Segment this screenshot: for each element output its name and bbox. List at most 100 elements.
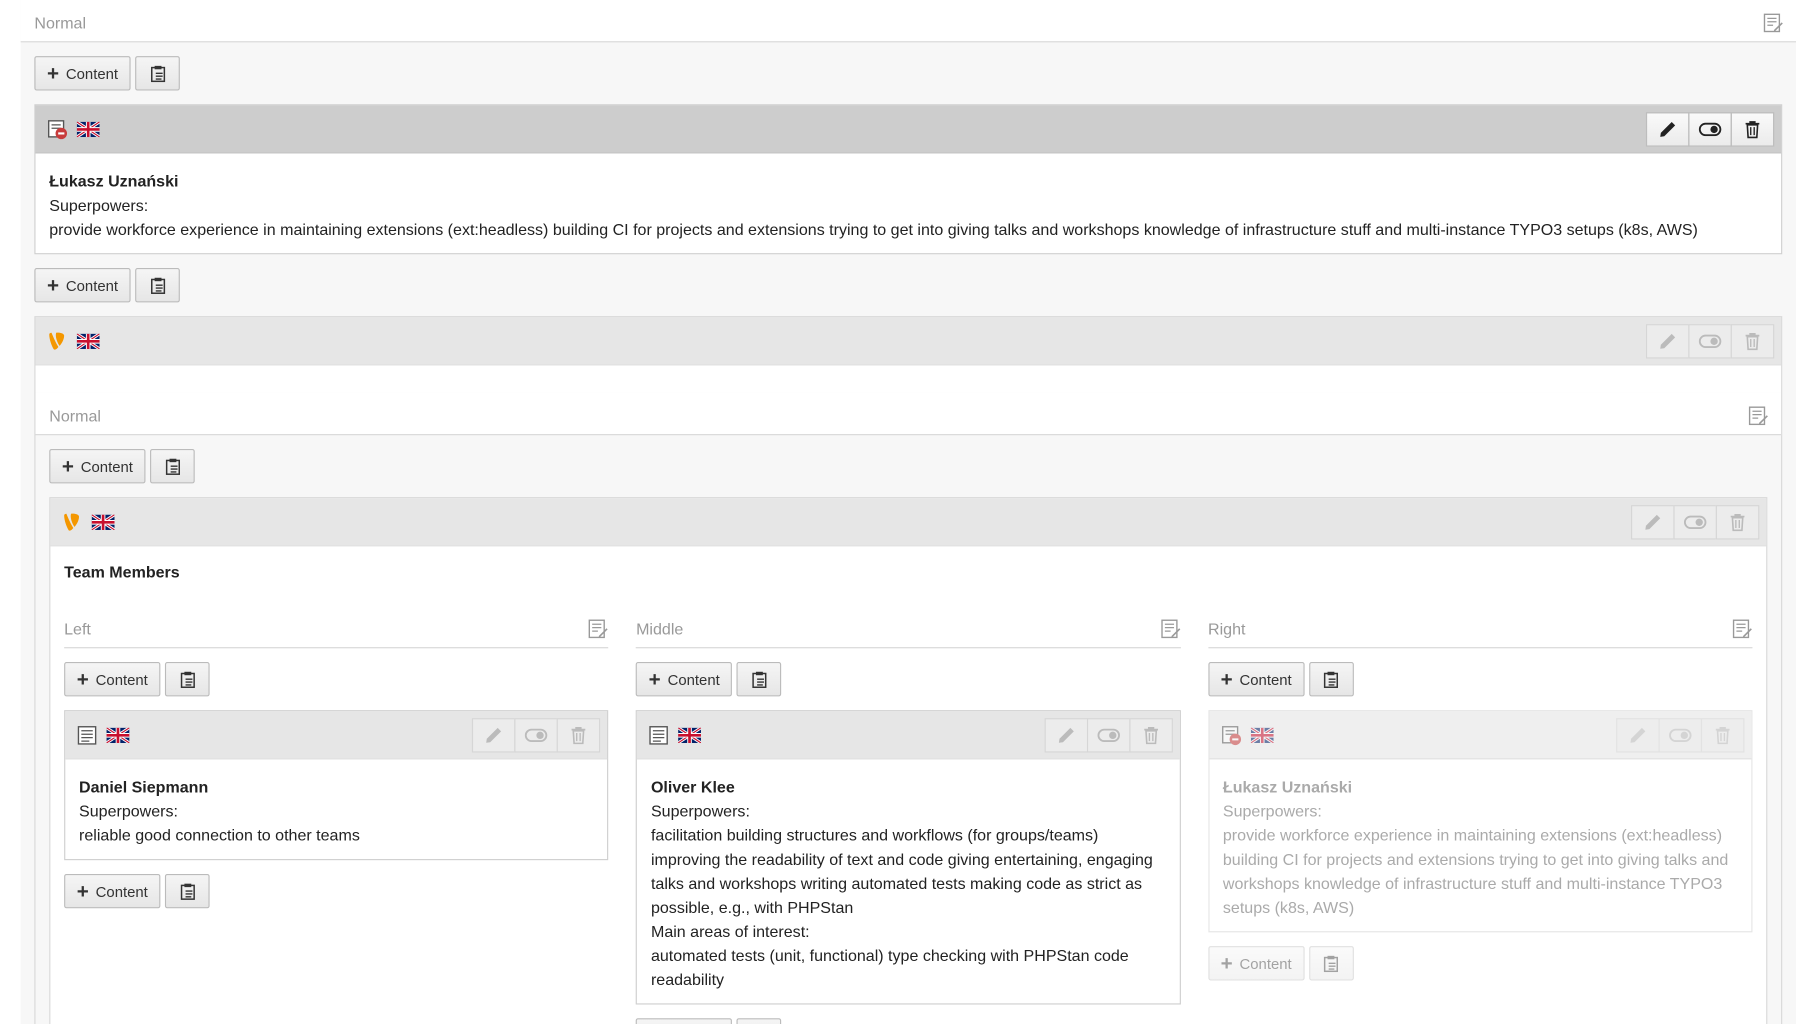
- paste-button[interactable]: [135, 268, 180, 303]
- add-content-button[interactable]: +Content: [64, 662, 161, 697]
- superpowers-text: reliable good connection to other teams: [79, 825, 360, 845]
- add-content-label: Content: [65, 276, 119, 294]
- superpowers-text: facilitation building structures and wor…: [650, 825, 1153, 917]
- add-content-button[interactable]: + Content: [34, 268, 131, 303]
- hidden-content-icon[interactable]: [1221, 725, 1242, 746]
- content-element-oliver: Oliver Klee Superpowers: facilitation bu…: [636, 710, 1181, 1005]
- paste-button[interactable]: [1308, 946, 1354, 981]
- new-content-row: +Content: [64, 860, 608, 922]
- edit-column-icon[interactable]: [1732, 619, 1753, 640]
- superpowers-text: provide workforce experience in maintain…: [1222, 825, 1729, 917]
- delete-button[interactable]: [1700, 718, 1745, 753]
- clipboard-icon: [148, 276, 166, 294]
- add-content-button[interactable]: +Content: [1208, 946, 1305, 981]
- pencil-icon: [485, 726, 503, 744]
- paste-button[interactable]: [165, 662, 210, 697]
- add-content-button[interactable]: +Content: [636, 662, 733, 697]
- interests-text: automated tests (unit, functional) type …: [650, 946, 1129, 989]
- uk-flag-icon: [77, 119, 100, 140]
- trash-icon: [571, 726, 587, 744]
- plus-icon: +: [1220, 667, 1233, 691]
- hidden-content-icon[interactable]: [47, 119, 68, 140]
- toggle-icon: [1669, 728, 1692, 742]
- column-header-normal-inner: Normal: [35, 392, 1782, 436]
- member-name: Łukasz Uznański: [49, 171, 179, 191]
- edit-button[interactable]: [1616, 718, 1660, 753]
- new-content-row: + Content: [21, 254, 1796, 316]
- paste-button[interactable]: [736, 662, 782, 697]
- column-title: Left: [64, 619, 91, 638]
- delete-button[interactable]: [1715, 505, 1760, 540]
- content-element-lukasz: Łukasz Uznański Superpowers: provide wor…: [34, 104, 1783, 255]
- trash-icon: [1744, 332, 1760, 350]
- new-content-row: +Content: [1208, 932, 1752, 994]
- content-element-body: Daniel Siepmann Superpowers: reliable go…: [65, 759, 607, 859]
- add-content-button[interactable]: +Content: [34, 56, 131, 91]
- typo3-icon: [47, 331, 68, 352]
- column-title: Right: [1208, 619, 1246, 638]
- plus-icon: +: [46, 273, 60, 297]
- content-element-body: Łukasz Uznański Superpowers: provide wor…: [36, 153, 1782, 253]
- pencil-icon: [1057, 726, 1075, 744]
- trash-icon: [1715, 726, 1731, 744]
- clipboard-icon: [1322, 954, 1340, 972]
- clipboard-icon: [163, 457, 181, 475]
- paste-button[interactable]: [1308, 662, 1354, 697]
- toggle-visibility-button[interactable]: [1086, 718, 1131, 753]
- toggle-icon: [1699, 334, 1722, 348]
- paste-button[interactable]: [150, 448, 195, 484]
- delete-button[interactable]: [1730, 112, 1775, 147]
- edit-column-icon[interactable]: [1160, 619, 1181, 640]
- edit-button[interactable]: [1044, 718, 1088, 753]
- edit-button[interactable]: [472, 718, 516, 753]
- typo3-icon: [62, 512, 83, 533]
- clipboard-icon: [1322, 670, 1340, 688]
- delete-button[interactable]: [557, 718, 601, 753]
- toggle-visibility-button[interactable]: [514, 718, 559, 753]
- content-element-header: [1209, 711, 1752, 760]
- column-header-right: Right: [1208, 606, 1753, 649]
- paste-button[interactable]: [736, 1018, 782, 1024]
- superpowers-label: Superpowers:: [650, 801, 750, 821]
- pencil-icon: [1659, 332, 1677, 350]
- add-content-button[interactable]: +Content: [636, 1018, 733, 1024]
- text-content-icon[interactable]: [649, 725, 670, 746]
- toggle-visibility-button[interactable]: [1688, 324, 1732, 359]
- delete-button[interactable]: [1730, 324, 1775, 359]
- text-content-icon[interactable]: [77, 725, 98, 746]
- plus-icon: +: [648, 667, 661, 691]
- add-content-button[interactable]: +Content: [1208, 662, 1305, 697]
- edit-button[interactable]: [1645, 112, 1690, 147]
- column-title: Normal: [49, 406, 101, 425]
- container-spacer: [35, 365, 1782, 393]
- grid-column-right: Right + Content Łukasz Uznański Superpow…: [1208, 606, 1753, 1024]
- content-element-lukasz-disabled: Łukasz Uznański Superpowers: provide wor…: [1208, 710, 1753, 933]
- content-element-header: [637, 711, 1180, 760]
- new-content-row: +Content: [636, 1005, 1180, 1024]
- plus-icon: +: [76, 667, 89, 691]
- edit-column-icon[interactable]: [1763, 13, 1784, 34]
- paste-button[interactable]: [165, 873, 210, 909]
- uk-flag-icon: [77, 331, 100, 352]
- edit-column-icon[interactable]: [1748, 405, 1769, 426]
- edit-button[interactable]: [1631, 505, 1675, 540]
- add-content-button[interactable]: +Content: [49, 448, 146, 484]
- toggle-icon: [1699, 123, 1722, 137]
- trash-icon: [1730, 513, 1746, 531]
- pencil-icon: [1629, 726, 1647, 744]
- edit-column-icon[interactable]: [588, 619, 609, 640]
- member-name: Łukasz Uznański: [1222, 777, 1353, 797]
- toggle-visibility-button[interactable]: [1673, 505, 1717, 540]
- trash-icon: [1744, 120, 1760, 138]
- member-name: Oliver Klee: [650, 777, 735, 797]
- paste-button[interactable]: [135, 56, 180, 91]
- delete-button[interactable]: [1128, 718, 1173, 753]
- toggle-visibility-button[interactable]: [1688, 112, 1732, 147]
- edit-button[interactable]: [1645, 324, 1690, 359]
- column-title: Normal: [34, 13, 87, 33]
- new-content-row: +Content: [64, 648, 608, 710]
- add-content-button[interactable]: +Content: [64, 873, 161, 909]
- superpowers-text: provide workforce experience in maintain…: [49, 219, 1698, 239]
- toggle-visibility-button[interactable]: [1658, 718, 1703, 753]
- container-element-outer: Normal + Content Team Members Left + Con…: [34, 316, 1783, 1024]
